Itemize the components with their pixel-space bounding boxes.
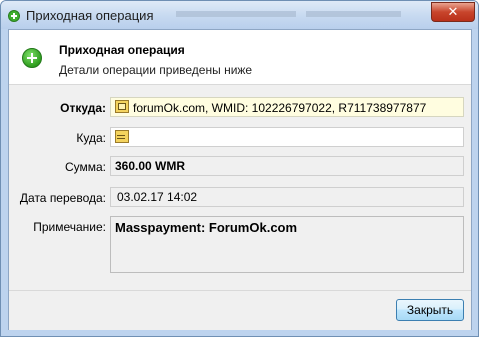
blurred-background-text [306,11,401,17]
amount-label: Сумма: [64,160,106,174]
dialog-header: Приходная операция Детали операции приве… [9,30,471,85]
plus-circle-icon [22,48,42,68]
blurred-background-text [176,11,296,17]
note-field[interactable]: Masspayment: ForumOk.com [110,216,464,273]
note-label: Примечание: [33,220,106,234]
header-subtitle: Детали операции приведены ниже [59,63,253,77]
dialog-content: Приходная операция Детали операции приве… [8,29,472,330]
from-value: forumOk.com, WMID: 102226797022, R711738… [133,100,427,115]
header-title: Приходная операция [59,43,185,57]
dialog-window: Приходная операция ✕ Приходная операция … [0,0,479,337]
amount-field[interactable]: 360.00 WMR [110,156,464,176]
wallet-icon [115,100,129,114]
plus-circle-icon [8,10,20,22]
title-bar[interactable]: Приходная операция ✕ [1,1,478,29]
window-close-button[interactable]: ✕ [431,2,475,22]
from-label: Откуда: [60,101,106,115]
window-title: Приходная операция [26,8,154,23]
to-label: Куда: [76,131,106,145]
date-label: Дата перевода: [19,191,106,205]
close-button[interactable]: Закрыть [396,299,464,321]
dialog-footer: Закрыть [9,290,471,330]
contact-card-icon [115,130,129,144]
to-field[interactable] [110,127,464,147]
date-field[interactable]: 03.02.17 14:02 [110,187,464,207]
from-field[interactable]: forumOk.com, WMID: 102226797022, R711738… [110,97,464,117]
